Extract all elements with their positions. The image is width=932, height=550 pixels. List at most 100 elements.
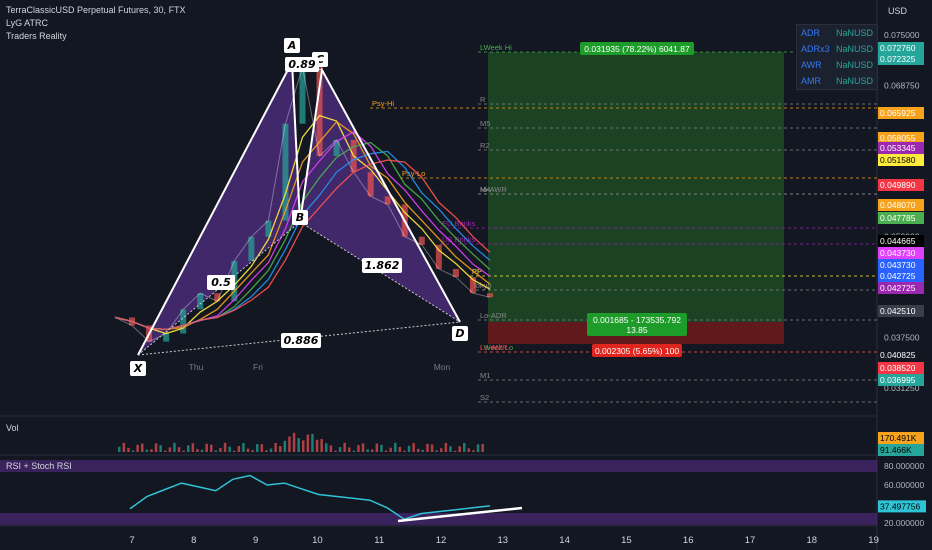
price-badge: 0.058055 xyxy=(880,133,916,143)
indicator-traders-reality[interactable]: Traders Reality xyxy=(6,31,67,41)
volume-bar xyxy=(325,443,328,452)
rsi-pane-title: RSI + Stoch RSI xyxy=(6,461,72,471)
rsi-overbought-band xyxy=(0,460,877,472)
volume-bar xyxy=(453,450,457,452)
volume-bar xyxy=(200,449,204,452)
volume-bar xyxy=(476,444,480,452)
volume-bar xyxy=(150,449,153,452)
volume-bar xyxy=(407,445,411,452)
price-tick: 0.068750 xyxy=(884,80,920,90)
price-badge: 0.043730 xyxy=(880,248,916,258)
volume-bar xyxy=(205,443,208,452)
volume-bar xyxy=(187,445,190,452)
price-badge: 0.047785 xyxy=(880,213,916,223)
volume-bar xyxy=(168,447,172,452)
x-axis-day: 11 xyxy=(374,535,384,546)
volume-bar xyxy=(141,443,144,452)
x-axis-day: 17 xyxy=(745,535,756,546)
level-label: M5 xyxy=(480,119,490,128)
level-label: Lo-ADR xyxy=(480,311,507,320)
volume-bar xyxy=(154,443,158,452)
volume-bar xyxy=(279,446,282,452)
volume-bar xyxy=(265,450,268,452)
level-label: Hi-AWR xyxy=(480,185,507,194)
volume-bar xyxy=(219,447,222,452)
ratio-xd-label: 0.886 xyxy=(284,334,319,347)
volume-bar xyxy=(320,439,323,452)
volume-bar xyxy=(269,448,273,452)
chart-canvas[interactable]: LWeek HiRM5R2Psy-HiPsy-LoM4Hi-AWREU Brin… xyxy=(0,0,932,550)
level-label: Lo-AMR xyxy=(480,343,508,352)
volume-bar xyxy=(292,432,296,452)
adr-row: ADR NaNUSD xyxy=(801,28,873,38)
price-tick: 0.037500 xyxy=(884,333,920,343)
volume-bar xyxy=(182,450,185,452)
x-axis-label: Fri xyxy=(253,362,263,372)
awr-row: AWR NaNUSD xyxy=(801,60,873,70)
volume-bar xyxy=(352,450,356,452)
ratio-xb-label: 0.5 xyxy=(211,276,231,289)
price-badge: 0.072325 xyxy=(880,54,916,64)
volume-pane-title: Vol xyxy=(6,423,19,433)
price-badge: 0.042510 xyxy=(880,306,916,316)
adr-table: ADR NaNUSD ADRx3 NaNUSD AWR NaNUSD AMR NaNUS… xyxy=(796,24,878,90)
volume-bar xyxy=(242,443,245,452)
volume-bar xyxy=(371,449,374,452)
volume-bar xyxy=(458,446,461,452)
volume-bar xyxy=(375,443,379,452)
x-axis-day: 9 xyxy=(253,535,258,546)
volume-bar xyxy=(315,439,319,452)
volume-bar xyxy=(412,443,415,452)
price-badge: 0.072760 xyxy=(880,43,916,53)
price-badge: 0.048070 xyxy=(880,200,916,210)
volume-bar xyxy=(233,450,236,452)
volume-bar xyxy=(311,433,314,452)
volume-bar xyxy=(246,448,250,452)
price-badge: 0.065925 xyxy=(880,108,916,118)
volume-bar xyxy=(449,446,452,452)
x-axis-day: 18 xyxy=(807,535,818,546)
volume-bar xyxy=(127,447,130,452)
volume-bar xyxy=(191,443,195,452)
volume-bar xyxy=(467,448,471,452)
volume-bar xyxy=(338,447,342,452)
x-axis-day: 7 xyxy=(129,535,134,546)
loss-label: 0.002305 (5.65%) 100 xyxy=(595,346,679,356)
ratio-bd-label: 1.862 xyxy=(365,259,400,272)
volume-bar xyxy=(177,447,181,452)
point-x-label: X xyxy=(133,362,143,375)
rsi-badge: 37.497756 xyxy=(880,501,920,511)
symbol-title: TerraClassicUSD Perpetual Futures, 30, F… xyxy=(6,5,186,15)
volume-bar xyxy=(260,444,264,452)
volume-bar xyxy=(426,443,429,452)
volume-bar xyxy=(196,449,199,452)
price-badge: 0.042725 xyxy=(880,271,916,281)
volume-bar xyxy=(302,440,305,452)
volume-bar xyxy=(348,447,351,452)
price-badge: 0.042725 xyxy=(880,283,916,293)
ratio-ac-label: 0.89 xyxy=(288,58,315,71)
volume-bar xyxy=(306,434,310,452)
volume-bar xyxy=(131,450,135,452)
level-label: R xyxy=(480,95,486,104)
volume-bar xyxy=(472,450,475,452)
volume-bar xyxy=(389,447,392,452)
indicator-lyg-atrc[interactable]: LyG ATRC xyxy=(6,18,48,28)
x-axis-day: 16 xyxy=(683,535,694,546)
volume-bar xyxy=(343,442,346,452)
volume-bar xyxy=(159,445,162,452)
volume-bar xyxy=(214,450,218,452)
volume-bar xyxy=(481,443,484,452)
x-axis-label: Thu xyxy=(189,362,204,372)
volume-bar xyxy=(228,446,231,452)
adrx3-row: ADRx3 NaNUSD xyxy=(801,44,873,54)
volume-bar xyxy=(251,450,254,452)
point-d-label: D xyxy=(455,327,464,340)
volume-bar xyxy=(403,450,406,452)
volume-bar xyxy=(136,444,139,452)
volume-bar xyxy=(288,436,291,452)
volume-bar xyxy=(444,442,448,452)
point-b-label: B xyxy=(296,211,304,224)
volume-bar xyxy=(256,444,259,452)
rsi-tick: 60.000000 xyxy=(884,480,924,490)
